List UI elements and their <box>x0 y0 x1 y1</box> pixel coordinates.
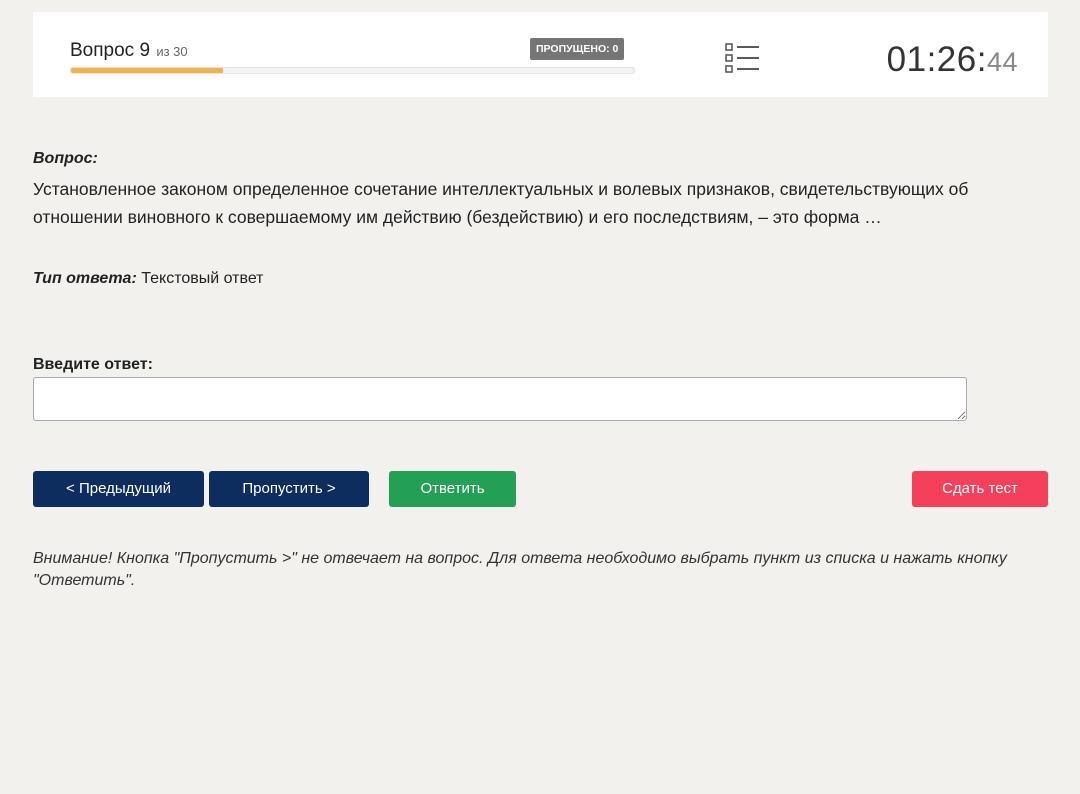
question-total: из 30 <box>156 44 188 59</box>
timer-main: 01:26: <box>886 40 987 79</box>
timer-seconds: 44 <box>986 47 1018 77</box>
question-word: Вопрос <box>70 40 135 61</box>
skip-button[interactable]: Пропустить > <box>209 471 369 507</box>
answer-input-label: Введите ответ: <box>33 356 153 373</box>
question-number: 9 <box>139 40 151 61</box>
answer-type-label: Тип ответа: <box>33 270 137 287</box>
question-text: Установленное законом определенное сочет… <box>33 179 969 227</box>
skipped-badge: ПРОПУЩЕНО: 0 <box>530 38 625 60</box>
answer-input[interactable] <box>33 377 967 421</box>
skip-notice: Внимание! Кнопка "Пропустить >" не отвеч… <box>33 550 1007 589</box>
answer-type-value: Текстовый ответ <box>141 270 264 287</box>
answer-type: Тип ответа: Текстовый ответ <box>33 270 1033 288</box>
answer-button[interactable]: Ответить <box>389 471 516 507</box>
question-list-icon[interactable] <box>725 42 761 74</box>
progress-bar <box>70 67 635 74</box>
previous-button[interactable]: < Предыдущий <box>33 471 204 507</box>
countdown-timer: 01:26:44 <box>887 40 1018 80</box>
question-counter: Вопрос 9 из 30 <box>70 40 188 62</box>
test-header: Вопрос 9 из 30 ПРОПУЩЕНО: 0 01:26:44 <box>33 12 1048 97</box>
question-heading: Вопрос: <box>33 150 98 167</box>
progress-fill <box>71 68 223 73</box>
submit-test-button[interactable]: Сдать тест <box>912 471 1048 507</box>
